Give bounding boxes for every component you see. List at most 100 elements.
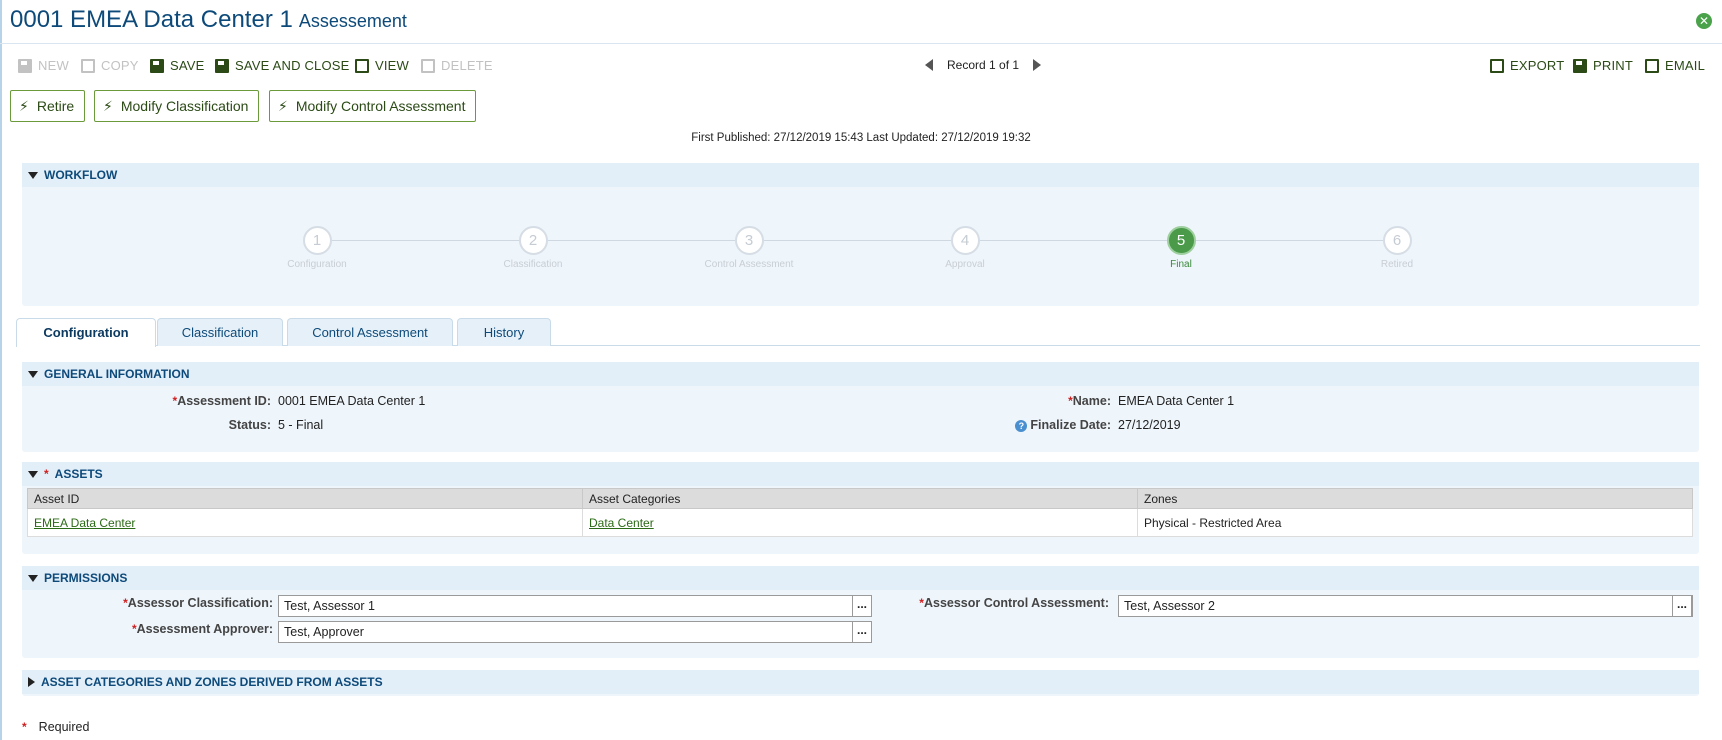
required-marker: * [44, 467, 49, 481]
permissions-title: PERMISSIONS [44, 571, 128, 585]
workflow-step-label: Classification [503, 259, 563, 270]
record-type: Assessement [298, 11, 407, 31]
lightning-icon: ⚡ [19, 97, 29, 114]
workflow-step-configuration: 1 Configuration [247, 226, 387, 270]
trash-icon [421, 58, 435, 73]
view-label: VIEW [375, 58, 410, 73]
derived-categories-header[interactable]: ASSET CATEGORIES AND ZONES DERIVED FROM … [22, 670, 1699, 694]
previous-record-icon[interactable] [925, 59, 933, 71]
copy-label: COPY [101, 58, 139, 73]
print-button[interactable]: PRINT [1573, 58, 1633, 73]
assessment-approver-field[interactable]: Test, Approver [278, 621, 853, 643]
modify-classification-button[interactable]: ⚡ Modify Classification [94, 90, 260, 122]
email-button[interactable]: EMAIL [1645, 58, 1705, 73]
assets-header[interactable]: * ASSETS [22, 462, 1699, 486]
toolbar: NEW COPY SAVE SAVE AND CLOSE VIEW DELETE… [0, 54, 1722, 80]
assets-table: Asset ID Asset Categories Zones EMEA Dat… [27, 488, 1693, 537]
tab-control-assessment[interactable]: Control Assessment [287, 318, 453, 346]
view-icon [355, 58, 369, 73]
name-label: *Name: [1068, 394, 1111, 408]
asset-category-cell: Data Center [582, 508, 1138, 537]
assessment-approver-lookup-button[interactable]: ... [852, 621, 872, 643]
expand-icon [28, 677, 35, 687]
assessment-approver-label: *Assessment Approver: [132, 622, 273, 636]
publish-info: First Published: 27/12/2019 15:43 Last U… [691, 132, 1031, 144]
close-icon[interactable]: ✕ [1696, 13, 1712, 29]
column-header-asset-categories[interactable]: Asset Categories [582, 488, 1138, 509]
lightning-icon: ⚡ [278, 97, 288, 114]
new-button[interactable]: NEW [18, 58, 69, 73]
asset-id-cell: EMEA Data Center [27, 508, 583, 537]
next-record-icon[interactable] [1033, 59, 1042, 71]
workflow-step-number: 5 [1166, 226, 1196, 255]
new-label: NEW [38, 58, 69, 73]
assessor-control-assessment-field[interactable]: Test, Assessor 2 [1118, 595, 1693, 617]
zone-cell: Physical - Restricted Area [1137, 508, 1693, 537]
assessor-classification-label: *Assessor Classification: [123, 596, 273, 610]
view-button[interactable]: VIEW [355, 58, 409, 73]
workflow-step-retired: 6 Retired [1327, 226, 1467, 270]
general-information-header[interactable]: GENERAL INFORMATION [22, 362, 1699, 386]
column-header-zones[interactable]: Zones [1137, 488, 1693, 509]
workflow-step-approval: 4 Approval [895, 226, 1035, 270]
finalize-date-label: ? Finalize Date: [1015, 418, 1111, 432]
permissions-header[interactable]: PERMISSIONS [22, 566, 1699, 590]
workflow-step-label: Retired [1380, 259, 1414, 270]
export-icon [1490, 58, 1504, 73]
workflow-step-final: 5 Final [1111, 226, 1251, 270]
title-bar: 0001 EMEA Data Center 1 Assessement ✕ [0, 0, 1722, 44]
workflow-panel: WORKFLOW 1 Configuration 2 Classification 3 C… [22, 163, 1699, 306]
assessment-id-value: 0001 EMEA Data Center 1 [278, 394, 426, 408]
save-label: SAVE [170, 58, 205, 73]
workflow-step-label: Final [1170, 259, 1192, 270]
save-and-close-button[interactable]: SAVE AND CLOSE [215, 58, 350, 73]
retire-button[interactable]: ⚡ Retire [10, 90, 86, 122]
modify-control-label: Modify Control Assessment [295, 98, 466, 114]
required-legend: * Required [22, 720, 89, 734]
workflow-step-label: Approval [945, 259, 985, 270]
tab-configuration[interactable]: Configuration [16, 318, 156, 347]
assessor-control-lookup-button[interactable]: ... [1672, 595, 1692, 617]
copy-button[interactable]: COPY [81, 58, 139, 73]
required-marker: * [22, 720, 27, 734]
status-value: 5 - Final [278, 418, 324, 432]
lightning-icon: ⚡ [103, 97, 113, 114]
workflow-step-number: 2 [518, 226, 548, 255]
record-title: 0001 EMEA Data Center 1 [10, 6, 293, 33]
save-button[interactable]: SAVE [150, 58, 205, 73]
workflow-step-classification: 2 Classification [463, 226, 603, 270]
general-information-panel: GENERAL INFORMATION *Assessment ID: 0001… [22, 362, 1699, 452]
asset-category-link[interactable]: Data Center [589, 516, 654, 530]
column-header-asset-id[interactable]: Asset ID [27, 488, 583, 509]
copy-icon [81, 58, 95, 73]
delete-button[interactable]: DELETE [421, 58, 493, 73]
help-icon[interactable]: ? [1015, 420, 1028, 432]
assessor-classification-field[interactable]: Test, Assessor 1 [278, 595, 853, 617]
tab-history[interactable]: History [457, 318, 551, 346]
assessment-id-label: *Assessment ID: [173, 394, 271, 408]
workflow-step-number: 6 [1382, 226, 1412, 255]
derived-categories-panel: ASSET CATEGORIES AND ZONES DERIVED FROM … [22, 670, 1699, 696]
asset-id-link[interactable]: EMEA Data Center [34, 516, 135, 530]
assessor-classification-lookup-button[interactable]: ... [852, 595, 872, 617]
save-close-label: SAVE AND CLOSE [235, 58, 350, 73]
tab-bar: Configuration Classification Control Ass… [16, 318, 1700, 347]
collapse-icon [28, 171, 38, 179]
workflow-step-number: 4 [950, 226, 980, 255]
required-legend-text: Required [38, 720, 90, 734]
workflow-step-label: Control Assessment [704, 259, 794, 270]
derived-categories-title: ASSET CATEGORIES AND ZONES DERIVED FROM … [41, 675, 383, 689]
collapse-icon [28, 370, 38, 378]
workflow-header[interactable]: WORKFLOW [22, 163, 1699, 187]
table-row: EMEA Data Center Data Center Physical - … [27, 508, 1693, 537]
table-header-row: Asset ID Asset Categories Zones [27, 488, 1693, 509]
export-button[interactable]: EXPORT [1490, 58, 1564, 73]
page-title: 0001 EMEA Data Center 1 Assessement [10, 6, 407, 34]
save-close-icon [215, 58, 229, 73]
finalize-date-label-text: Finalize Date: [1030, 418, 1111, 432]
assets-title: ASSETS [54, 467, 103, 481]
tab-classification[interactable]: Classification [157, 318, 283, 346]
new-document-icon [18, 58, 32, 73]
retire-label: Retire [36, 98, 75, 114]
modify-control-assessment-button[interactable]: ⚡ Modify Control Assessment [269, 90, 477, 122]
